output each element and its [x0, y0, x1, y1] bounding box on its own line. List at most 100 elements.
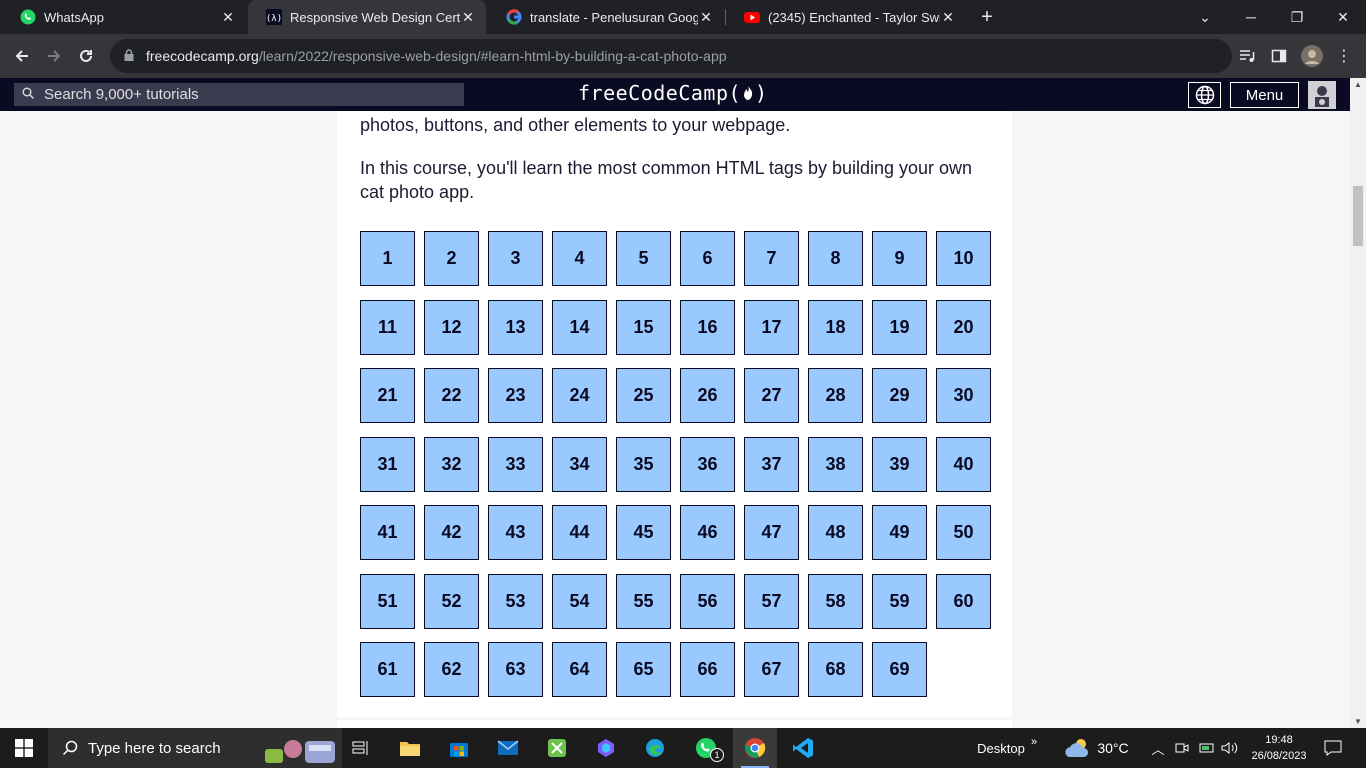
step-button[interactable]: 55: [616, 573, 671, 629]
step-button[interactable]: 46: [680, 505, 735, 560]
step-button[interactable]: 10: [936, 231, 991, 286]
step-button[interactable]: 19: [872, 299, 927, 355]
step-button[interactable]: 39: [872, 436, 927, 492]
volume-icon[interactable]: [1220, 728, 1240, 768]
step-button[interactable]: 69: [872, 642, 927, 697]
snipping-tool-icon[interactable]: [541, 728, 573, 768]
step-button[interactable]: 57: [744, 573, 799, 629]
step-button[interactable]: 14: [552, 299, 607, 355]
task-view-icon[interactable]: [345, 728, 377, 768]
step-button[interactable]: 33: [488, 436, 543, 492]
scroll-thumb[interactable]: [1353, 186, 1363, 246]
taskbar-clock[interactable]: 19:48 26/08/2023: [1248, 732, 1310, 764]
close-icon[interactable]: ✕: [698, 9, 714, 26]
step-button[interactable]: 26: [680, 368, 735, 423]
user-avatar[interactable]: [1308, 81, 1336, 109]
tab-google-translate[interactable]: translate - Penelusuran Google ✕: [488, 0, 724, 34]
close-icon[interactable]: ✕: [460, 9, 476, 26]
step-button[interactable]: 5: [616, 231, 671, 286]
step-button[interactable]: 68: [808, 642, 863, 697]
windows-start-icon[interactable]: [0, 728, 48, 768]
minimize-icon[interactable]: ─: [1228, 0, 1274, 34]
copilot-icon[interactable]: [590, 728, 622, 768]
step-button[interactable]: 35: [616, 436, 671, 492]
step-button[interactable]: 13: [488, 299, 543, 355]
step-button[interactable]: 43: [488, 505, 543, 560]
step-button[interactable]: 66: [680, 642, 735, 697]
fcc-search-input[interactable]: Search 9,000+ tutorials: [14, 83, 464, 106]
step-button[interactable]: 34: [552, 436, 607, 492]
step-button[interactable]: 20: [936, 299, 991, 355]
step-button[interactable]: 18: [808, 299, 863, 355]
menu-button[interactable]: Menu: [1230, 82, 1299, 108]
scroll-down-icon[interactable]: ▼: [1350, 717, 1366, 726]
window-close-icon[interactable]: ✕: [1320, 0, 1366, 34]
toolbar-overflow-icon[interactable]: »: [1028, 722, 1040, 762]
step-button[interactable]: 25: [616, 368, 671, 423]
desktop-toolbar-label[interactable]: Desktop: [977, 728, 1025, 768]
step-button[interactable]: 42: [424, 505, 479, 560]
fcc-logo[interactable]: freeCodeCamp(): [578, 81, 768, 105]
step-button[interactable]: 44: [552, 505, 607, 560]
step-button[interactable]: 30: [936, 368, 991, 423]
step-button[interactable]: 17: [744, 299, 799, 355]
step-button[interactable]: 11: [360, 299, 415, 355]
step-button[interactable]: 16: [680, 299, 735, 355]
close-icon[interactable]: ✕: [220, 9, 236, 26]
battery-network-icon[interactable]: [1198, 728, 1216, 768]
step-button[interactable]: 50: [936, 505, 991, 560]
media-control-icon[interactable]: [1235, 44, 1259, 68]
step-button[interactable]: 36: [680, 436, 735, 492]
new-tab-icon[interactable]: +: [976, 6, 998, 28]
restore-icon[interactable]: ❐: [1274, 0, 1320, 34]
language-globe-icon[interactable]: [1188, 82, 1221, 108]
step-button[interactable]: 1: [360, 231, 415, 286]
meet-now-icon[interactable]: [1174, 728, 1190, 768]
step-button[interactable]: 28: [808, 368, 863, 423]
tab-responsive-web-design[interactable]: (λ) Responsive Web Design Certificati ✕: [248, 0, 486, 34]
microsoft-store-icon[interactable]: [443, 728, 475, 768]
back-icon[interactable]: [10, 44, 34, 68]
taskbar-search-input[interactable]: Type here to search: [48, 728, 342, 768]
tab-search-chevron-icon[interactable]: ⌄: [1182, 0, 1228, 34]
step-button[interactable]: 29: [872, 368, 927, 423]
show-hidden-icons-chevron-icon[interactable]: ︿: [1150, 728, 1166, 768]
step-button[interactable]: 48: [808, 505, 863, 560]
step-button[interactable]: 38: [808, 436, 863, 492]
step-button[interactable]: 53: [488, 573, 543, 629]
profile-avatar-icon[interactable]: [1300, 44, 1324, 68]
step-button[interactable]: 21: [360, 368, 415, 423]
step-button[interactable]: 37: [744, 436, 799, 492]
step-button[interactable]: 47: [744, 505, 799, 560]
step-button[interactable]: 24: [552, 368, 607, 423]
scroll-up-icon[interactable]: ▲: [1350, 80, 1366, 89]
step-button[interactable]: 51: [360, 573, 415, 629]
vscode-icon[interactable]: [786, 728, 820, 768]
step-button[interactable]: 67: [744, 642, 799, 697]
notifications-icon[interactable]: [1318, 728, 1348, 768]
step-button[interactable]: 58: [808, 573, 863, 629]
step-button[interactable]: 27: [744, 368, 799, 423]
step-button[interactable]: 4: [552, 231, 607, 286]
step-button[interactable]: 59: [872, 573, 927, 629]
step-button[interactable]: 32: [424, 436, 479, 492]
step-button[interactable]: 31: [360, 436, 415, 492]
file-explorer-icon[interactable]: [394, 728, 426, 768]
tab-whatsapp[interactable]: WhatsApp ✕: [2, 0, 246, 34]
tab-youtube[interactable]: (2345) Enchanted - Taylor Swift (L ✕: [726, 0, 966, 34]
step-button[interactable]: 6: [680, 231, 735, 286]
step-button[interactable]: 12: [424, 299, 479, 355]
whatsapp-taskbar-icon[interactable]: 1: [688, 728, 724, 768]
weather-cloud-icon[interactable]: [1062, 728, 1094, 768]
step-button[interactable]: 40: [936, 436, 991, 492]
step-button[interactable]: 49: [872, 505, 927, 560]
reload-icon[interactable]: [74, 44, 98, 68]
step-button[interactable]: 45: [616, 505, 671, 560]
step-button[interactable]: 60: [936, 573, 991, 629]
chrome-menu-icon[interactable]: ⋮: [1332, 44, 1356, 68]
side-panel-icon[interactable]: [1267, 44, 1291, 68]
step-button[interactable]: 56: [680, 573, 735, 629]
step-button[interactable]: 61: [360, 642, 415, 697]
step-button[interactable]: 64: [552, 642, 607, 697]
step-button[interactable]: 7: [744, 231, 799, 286]
